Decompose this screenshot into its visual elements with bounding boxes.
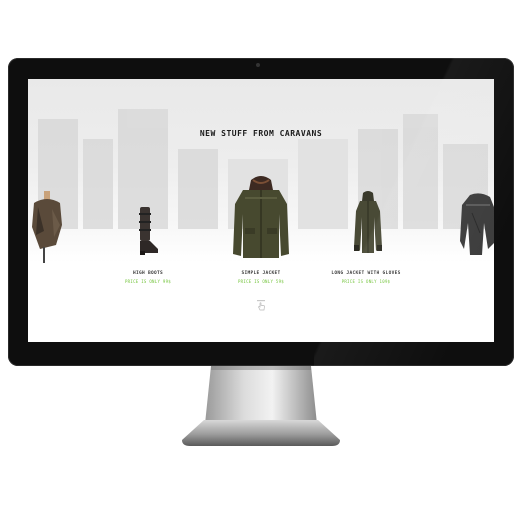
monitor-stand-base [182, 420, 340, 446]
product-item[interactable] [28, 185, 68, 265]
product-item[interactable]: LONG JACKET WITH GLOVES PRICE IS ONLY 10… [306, 191, 426, 287]
product-item[interactable] [460, 193, 494, 263]
poncho-figure-icon [32, 191, 62, 263]
product-name: SIMPLE JACKET [241, 271, 281, 276]
product-name: LONG JACKET WITH GLOVES [331, 271, 401, 276]
boot-icon [139, 207, 158, 255]
product-item[interactable]: HIGH BOOTS PRICE IS ONLY 99$ [88, 207, 208, 287]
product-name: HIGH BOOTS [132, 271, 164, 276]
monitor-stand-neck [205, 366, 317, 424]
screen: NEW STUFF FROM CARAVANS HIGH BOOTS PRICE… [28, 79, 494, 342]
product-price: PRICE IS ONLY 99$ [124, 279, 172, 284]
long-jacket-icon [354, 191, 382, 253]
hand-pointer-icon[interactable] [255, 299, 267, 311]
camera-dot [256, 63, 260, 67]
monitor: NEW STUFF FROM CARAVANS HIGH BOOTS PRICE… [8, 58, 514, 366]
jacket-icon [233, 176, 289, 258]
product-item[interactable]: SIMPLE JACKET PRICE IS ONLY 59$ [201, 174, 321, 287]
product-price: PRICE IS ONLY 109$ [341, 279, 391, 284]
page-title: NEW STUFF FROM CARAVANS [199, 129, 323, 138]
product-price: PRICE IS ONLY 59$ [237, 279, 285, 284]
cape-icon [460, 193, 494, 255]
